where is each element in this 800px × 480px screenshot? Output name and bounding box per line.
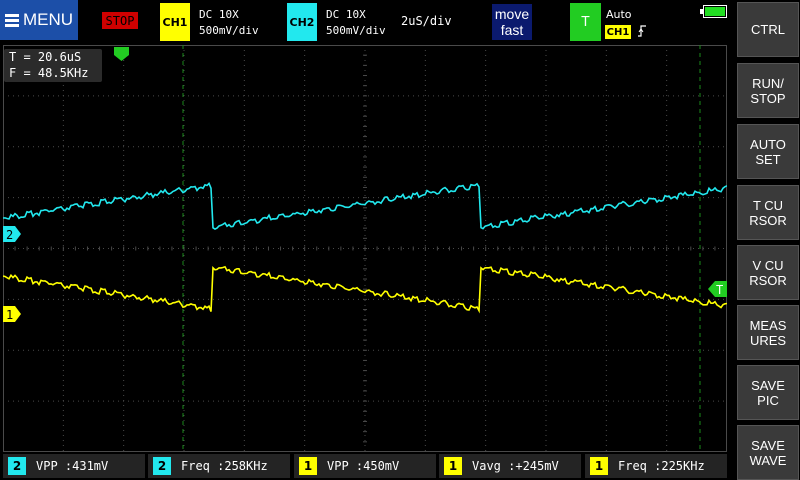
- ch2-settings[interactable]: DC 10X 500mV/div: [326, 7, 386, 39]
- side-panel: CTRL RUN/ STOP AUTO SET T CU RSOR V CU R…: [737, 0, 800, 480]
- trigger-level-label: T: [716, 283, 723, 297]
- measurement-item[interactable]: 1 VPP :450mV: [294, 454, 436, 478]
- auto-set-button[interactable]: AUTO SET: [737, 124, 799, 179]
- measurement-channel-badge: 1: [299, 457, 317, 475]
- v-cursor-button[interactable]: V CU RSOR: [737, 245, 799, 300]
- period-readout: T = 20.6uS: [9, 50, 82, 64]
- move-speed-label: fast: [500, 22, 524, 38]
- measurement-item[interactable]: 1 Vavg :+245mV: [439, 454, 581, 478]
- measurement-text: VPP :431mV: [36, 459, 109, 473]
- measurement-channel-badge: 1: [444, 457, 462, 475]
- move-speed-button[interactable]: move fast: [492, 4, 532, 40]
- measurement-channel-badge: 2: [153, 457, 171, 475]
- ch2-marker-label: 2: [6, 228, 13, 242]
- ch1-tag[interactable]: CH1: [160, 3, 190, 41]
- rising-edge-icon: [637, 24, 647, 42]
- battery-icon: [700, 5, 727, 18]
- trigger-mode[interactable]: Auto: [606, 8, 632, 21]
- ch2-tag[interactable]: CH2: [287, 3, 317, 41]
- move-label: move: [494, 6, 530, 22]
- trigger-level-marker[interactable]: T: [708, 281, 727, 297]
- save-wave-button[interactable]: SAVE WAVE: [737, 425, 799, 480]
- status-bar: MENU STOP CH1 DC 10X 500mV/div CH2 DC 10…: [0, 0, 734, 44]
- ch2-coupling: DC 10X: [326, 8, 366, 21]
- measurement-channel-badge: 1: [590, 457, 608, 475]
- measurement-text: Freq :225KHz: [618, 459, 705, 473]
- ch2-scale: 500mV/div: [326, 24, 386, 37]
- measures-button[interactable]: MEAS URES: [737, 305, 799, 360]
- measurement-item[interactable]: 2 Freq :258KHz: [148, 454, 290, 478]
- save-pic-button[interactable]: SAVE PIC: [737, 365, 799, 420]
- run-state-badge[interactable]: STOP: [102, 12, 138, 29]
- waveform-display[interactable]: 2 1 T: [3, 45, 727, 452]
- trigger-source[interactable]: CH1: [605, 25, 631, 39]
- measurement-text: Vavg :+245mV: [472, 459, 559, 473]
- run-stop-button[interactable]: RUN/ STOP: [737, 63, 799, 118]
- measurement-bar: 2 VPP :431mV 2 Freq :258KHz 1 VPP :450mV…: [0, 452, 734, 480]
- menu-button[interactable]: MENU: [0, 0, 78, 40]
- graticule: [3, 45, 727, 452]
- measurement-channel-badge: 2: [8, 457, 26, 475]
- ch1-coupling: DC 10X: [199, 8, 239, 21]
- measurement-item[interactable]: 1 Freq :225KHz: [585, 454, 727, 478]
- ctrl-button[interactable]: CTRL: [737, 2, 799, 57]
- trigger-position-marker[interactable]: [114, 47, 129, 61]
- ch1-ground-marker[interactable]: 1: [3, 306, 21, 322]
- timebase-readout[interactable]: 2uS/div: [401, 14, 452, 28]
- menu-label: MENU: [22, 10, 74, 29]
- ch1-marker-label: 1: [6, 308, 13, 322]
- ch1-settings[interactable]: DC 10X 500mV/div: [199, 7, 259, 39]
- ch1-scale: 500mV/div: [199, 24, 259, 37]
- measurement-text: VPP :450mV: [327, 459, 400, 473]
- t-cursor-button[interactable]: T CU RSOR: [737, 185, 799, 240]
- hamburger-icon: [4, 12, 19, 29]
- ch2-ground-marker[interactable]: 2: [3, 226, 21, 242]
- trigger-tag[interactable]: T: [570, 3, 601, 41]
- measurement-item[interactable]: 2 VPP :431mV: [3, 454, 145, 478]
- time-cursors[interactable]: [182, 45, 701, 452]
- frequency-readout: F = 48.5KHz: [9, 66, 89, 80]
- cursor-readout: T = 20.6uS F = 48.5KHz: [4, 49, 102, 82]
- measurement-text: Freq :258KHz: [181, 459, 268, 473]
